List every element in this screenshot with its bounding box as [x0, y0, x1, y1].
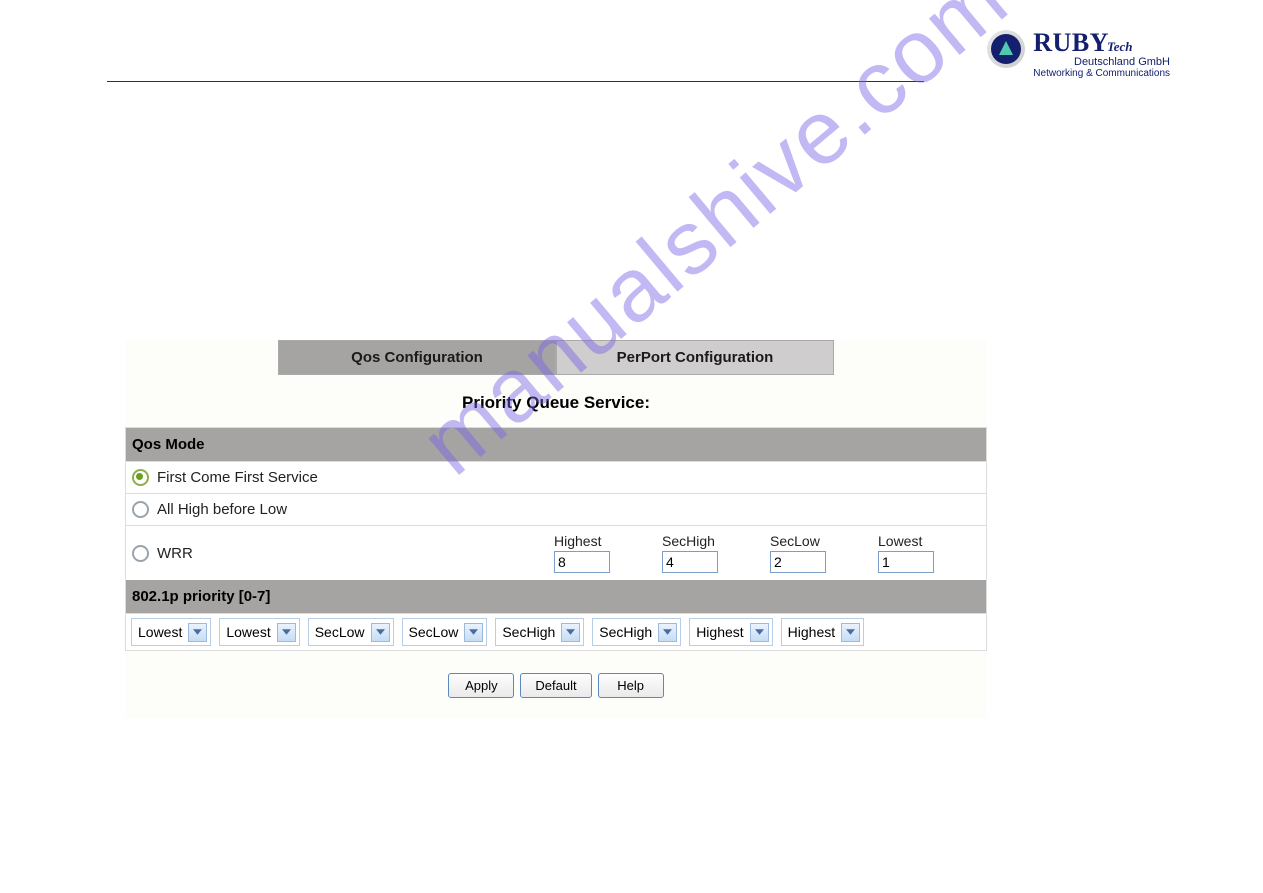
priority-select-1-value: Lowest	[226, 624, 270, 640]
wrr-highest-label: Highest	[554, 533, 654, 549]
apply-button[interactable]: Apply	[448, 673, 514, 698]
wrr-seclow-input[interactable]	[770, 551, 826, 573]
wrr-seclow-field: SecLow	[770, 533, 870, 573]
wrr-highest-field: Highest	[554, 533, 654, 573]
priority-select-2-value: SecLow	[315, 624, 365, 640]
chevron-down-icon	[188, 623, 207, 642]
tab-qos-label: Qos Configuration	[351, 349, 483, 366]
qos-config-panel: Qos Configuration PerPort Configuration …	[125, 340, 987, 718]
chevron-down-icon	[277, 623, 296, 642]
priority-select-3-value: SecLow	[409, 624, 459, 640]
priority-select-6[interactable]: Highest	[689, 618, 772, 646]
header-rule	[107, 81, 924, 82]
priority-select-5-value: SecHigh	[599, 624, 652, 640]
priority-select-4[interactable]: SecHigh	[495, 618, 584, 646]
priority-header: 802.1p priority [0-7]	[126, 580, 986, 613]
priority-select-7-value: Highest	[788, 624, 835, 640]
wrr-lowest-input[interactable]	[878, 551, 934, 573]
wrr-highest-input[interactable]	[554, 551, 610, 573]
wrr-sechigh-input[interactable]	[662, 551, 718, 573]
mode-wrr-label: WRR	[157, 545, 193, 562]
chevron-down-icon	[561, 623, 580, 642]
wrr-lowest-field: Lowest	[878, 533, 978, 573]
mode-wrr-row: WRR Highest SecHigh SecLow Lowest	[126, 525, 986, 580]
wrr-lowest-label: Lowest	[878, 533, 978, 549]
chevron-down-icon	[464, 623, 483, 642]
help-button[interactable]: Help	[598, 673, 664, 698]
brand-tech: Tech	[1107, 39, 1133, 54]
priority-select-1[interactable]: Lowest	[219, 618, 299, 646]
config-tabs: Qos Configuration PerPort Configuration	[125, 340, 987, 375]
chevron-down-icon	[371, 623, 390, 642]
radio-ahbl[interactable]	[132, 501, 149, 518]
priority-select-row: Lowest Lowest SecLow SecLow SecHigh SecH…	[126, 613, 986, 650]
priority-select-5[interactable]: SecHigh	[592, 618, 681, 646]
radio-fcfs[interactable]	[132, 469, 149, 486]
mode-fcfs-label: First Come First Service	[157, 469, 318, 486]
logo-mark-icon	[987, 30, 1027, 70]
section-title: Priority Queue Service:	[125, 393, 987, 413]
priority-select-3[interactable]: SecLow	[402, 618, 488, 646]
priority-select-4-value: SecHigh	[502, 624, 555, 640]
wrr-sechigh-field: SecHigh	[662, 533, 762, 573]
brand-main: RUBY	[1033, 28, 1109, 57]
chevron-down-icon	[750, 623, 769, 642]
tab-perport-label: PerPort Configuration	[617, 349, 774, 366]
mode-wrr-radio-part[interactable]: WRR	[132, 545, 552, 562]
priority-select-7[interactable]: Highest	[781, 618, 864, 646]
priority-select-0[interactable]: Lowest	[131, 618, 211, 646]
priority-select-2[interactable]: SecLow	[308, 618, 394, 646]
radio-wrr[interactable]	[132, 545, 149, 562]
mode-fcfs-row[interactable]: First Come First Service	[126, 461, 986, 493]
chevron-down-icon	[841, 623, 860, 642]
wrr-sechigh-label: SecHigh	[662, 533, 762, 549]
qos-config-block: Qos Mode First Come First Service All Hi…	[125, 427, 987, 651]
mode-ahbl-row[interactable]: All High before Low	[126, 493, 986, 525]
default-button[interactable]: Default	[520, 673, 591, 698]
priority-select-0-value: Lowest	[138, 624, 182, 640]
wrr-fields: Highest SecHigh SecLow Lowest	[554, 533, 980, 573]
brand-sub2: Networking & Communications	[1033, 68, 1170, 79]
brand-logo: RUBYTech Deutschland GmbH Networking & C…	[987, 30, 1170, 79]
chevron-down-icon	[658, 623, 677, 642]
tab-qos-configuration[interactable]: Qos Configuration	[278, 340, 556, 375]
action-buttons: Apply Default Help	[125, 673, 987, 698]
mode-ahbl-label: All High before Low	[157, 501, 287, 518]
tab-perport-configuration[interactable]: PerPort Configuration	[556, 340, 834, 375]
wrr-seclow-label: SecLow	[770, 533, 870, 549]
qos-mode-header: Qos Mode	[126, 428, 986, 461]
priority-select-6-value: Highest	[696, 624, 743, 640]
brand-sub1: Deutschland GmbH	[1033, 56, 1170, 68]
